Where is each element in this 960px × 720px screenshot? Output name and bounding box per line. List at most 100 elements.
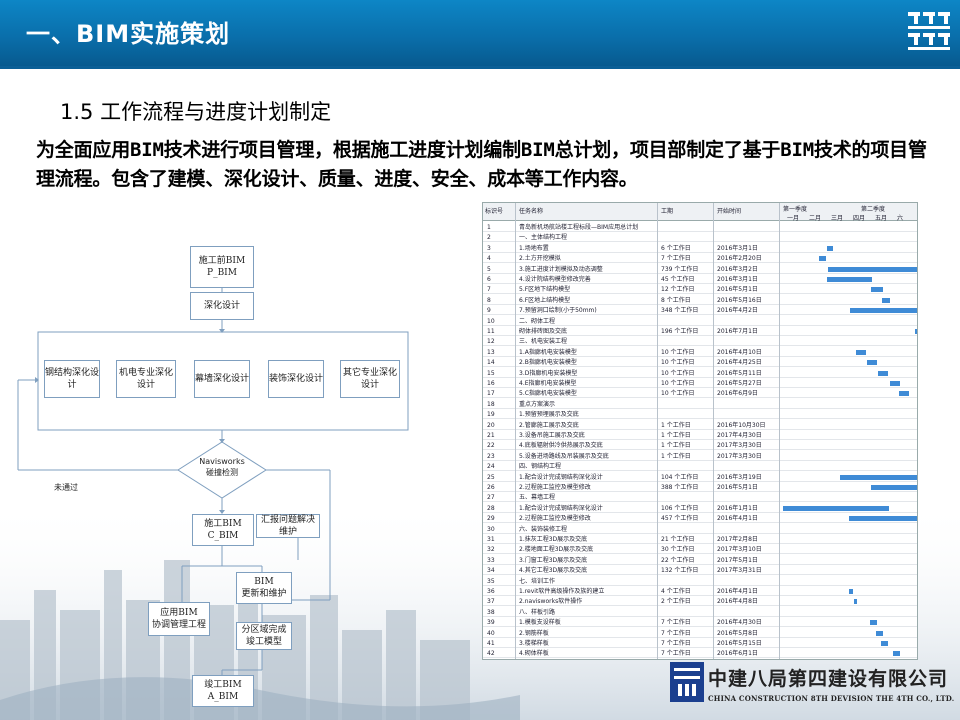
gantt-cell-id: 18 bbox=[487, 400, 495, 408]
gantt-month-label: 三月 bbox=[831, 215, 844, 222]
gantt-cell-start bbox=[717, 493, 777, 502]
gantt-cell-duration bbox=[661, 410, 711, 419]
gantt-cell-duration: 10 个工作日 bbox=[661, 380, 695, 387]
gantt-cell-id: 10 bbox=[487, 317, 495, 325]
gantt-cell-duration bbox=[661, 577, 711, 586]
gantt-cell-id: 8 bbox=[487, 296, 491, 304]
gantt-cell-id: 6 bbox=[487, 276, 491, 283]
gantt-cell-task-name: 1.抹灰工程3D展示及交底 bbox=[519, 536, 588, 543]
gantt-header: 标识号 任务名称 工期 开始时间 第一季度 第二季度 一月 二月 三月 四月 五月 六 bbox=[483, 203, 917, 222]
gantt-row: 40 2.钢筋样板 7 个工作日 2016年5月8日 bbox=[483, 629, 917, 638]
gantt-task-bar bbox=[840, 474, 917, 480]
gantt-cell-duration: 1 个工作日 bbox=[661, 421, 691, 429]
gantt-task-bar bbox=[915, 329, 917, 334]
gantt-row: 33 3.门窗工程3D展示及交底 22 个工作日 2017年5月1日 bbox=[483, 556, 917, 565]
gantt-cell-task-name: 一、主体结构工程 bbox=[519, 234, 568, 242]
gantt-column-divider bbox=[713, 203, 714, 659]
gantt-cell-duration: 132 个工作日 bbox=[661, 567, 699, 575]
gantt-cell-start: 2016年4月10日 bbox=[717, 348, 762, 356]
gantt-cell-id: 13 bbox=[487, 348, 495, 356]
gantt-row: 14 2.B指廊机电安装模型 10 个工作日 2016年4月25日 bbox=[483, 358, 917, 368]
gantt-cell-start: 2017年4月30日 bbox=[717, 432, 762, 439]
gantt-task-bar bbox=[849, 516, 917, 522]
gantt-cell-task-name: 八、样板引路 bbox=[519, 608, 556, 616]
gantt-cell-task-name: 2.过程施工监控及模型修改 bbox=[519, 484, 591, 491]
gantt-cell-id: 16 bbox=[487, 380, 495, 387]
gantt-row: 38 八、样板引路 bbox=[483, 608, 917, 617]
gantt-cell-start bbox=[717, 337, 777, 346]
gantt-cell-id: 41 bbox=[487, 640, 495, 647]
gantt-cell-start: 2017年3月31日 bbox=[717, 567, 762, 575]
gantt-cell-duration bbox=[661, 233, 711, 242]
gantt-cell-start: 2016年4月8日 bbox=[717, 598, 758, 606]
gantt-cell-id: 12 bbox=[487, 338, 495, 346]
gantt-cell-id: 5 bbox=[487, 265, 491, 273]
flow-node-curtain-wall-deepen: 幕墙深化设计 bbox=[194, 360, 250, 398]
gantt-header-q1: 第一季度 bbox=[783, 206, 808, 213]
gantt-cell-id: 17 bbox=[487, 390, 495, 398]
gantt-cell-start: 2016年4月1日 bbox=[717, 588, 758, 595]
gantt-cell-id: 9 bbox=[487, 307, 491, 315]
gantt-task-bar bbox=[783, 505, 889, 511]
gantt-cell-duration: 1 个工作日 bbox=[661, 442, 691, 450]
gantt-cell-start: 2016年7月1日 bbox=[717, 328, 758, 335]
gantt-cell-id: 38 bbox=[487, 608, 495, 616]
gantt-cell-start: 2016年4月30日 bbox=[717, 619, 762, 627]
gantt-task-bar bbox=[890, 381, 901, 386]
gantt-cell-id: 11 bbox=[487, 328, 495, 335]
flow-node-mep-deepen: 机电专业深化设计 bbox=[116, 360, 176, 398]
gantt-row: 21 3.设备吊施工展示及交底 1 个工作日 2017年4月30日 bbox=[483, 431, 917, 440]
gantt-task-bar bbox=[827, 266, 917, 272]
gantt-cell-task-name: 1.revit软件高级操作及族的建立 bbox=[519, 588, 605, 595]
gantt-cell-task-name: 七、培训工作 bbox=[519, 577, 556, 585]
gantt-cell-start: 2017年3月30日 bbox=[717, 442, 762, 450]
header-divider bbox=[0, 66, 960, 69]
gantt-cell-duration: 1 个工作日 bbox=[661, 452, 691, 460]
gantt-cell-task-name: 7.预留洞口绘制(小于50mm) bbox=[519, 307, 597, 315]
gantt-cell-task-name: 1.预留预埋展示及交底 bbox=[519, 411, 579, 419]
gantt-task-bar bbox=[849, 589, 853, 594]
gantt-cell-task-name: 2.过程施工监控及模型修改 bbox=[519, 515, 591, 523]
gantt-cell-duration: 10 个工作日 bbox=[661, 369, 695, 377]
gantt-cell-duration: 1 个工作日 bbox=[661, 432, 691, 439]
gantt-cell-id: 4 bbox=[487, 255, 491, 263]
gantt-cell-start: 2016年5月27日 bbox=[717, 380, 762, 387]
flow-node-issue-report: 汇报问题解决维护 bbox=[256, 514, 320, 538]
gantt-month-label: 四月 bbox=[853, 215, 866, 222]
gantt-cell-start: 2017年5月1日 bbox=[717, 556, 758, 564]
gantt-cell-id: 22 bbox=[487, 442, 495, 450]
flow-node-bim-update: BIM 更新和维护 bbox=[236, 572, 292, 604]
gantt-cell-id: 33 bbox=[487, 556, 495, 564]
gantt-cell-start: 2016年5月1日 bbox=[717, 484, 758, 491]
gantt-cell-task-name: 4.设计院结构模型修改完善 bbox=[519, 276, 591, 283]
gantt-cell-task-name: 1.配合设计完成钢结构深化设计 bbox=[519, 473, 603, 481]
gantt-cell-start: 2016年4月1日 bbox=[717, 515, 758, 523]
gantt-row: 27 五、幕墙工程 bbox=[483, 493, 917, 503]
bim-master-schedule-gantt: 标识号 任务名称 工期 开始时间 第一季度 第二季度 一月 二月 三月 四月 五月 六 1… bbox=[482, 202, 918, 660]
gantt-row: 19 1.预留预埋展示及交底 bbox=[483, 410, 917, 420]
gantt-month-label: 五月 bbox=[875, 215, 888, 222]
gantt-cell-id: 7 bbox=[487, 286, 491, 294]
flow-node-decoration-deepen: 装饰深化设计 bbox=[268, 360, 324, 398]
gantt-task-bar bbox=[882, 297, 890, 303]
gantt-task-bar bbox=[854, 599, 858, 605]
gantt-cell-id: 21 bbox=[487, 432, 495, 439]
gantt-header-q2: 第二季度 bbox=[861, 206, 886, 213]
gantt-cell-id: 26 bbox=[487, 484, 495, 491]
gantt-cell-start: 2016年5月8日 bbox=[717, 629, 758, 637]
gantt-row: 20 2.管廊施工展示及交底 1 个工作日 2016年10月30日 bbox=[483, 421, 917, 430]
gantt-cell-start: 2016年1月1日 bbox=[717, 504, 758, 512]
gantt-cell-duration: 21 个工作日 bbox=[661, 536, 695, 543]
gantt-task-bar bbox=[878, 370, 889, 376]
flow-node-pre-construction-bim: 施工前BIM P_BIM bbox=[190, 246, 254, 288]
gantt-cell-task-name: 5.设备进场路线及吊装展示及交底 bbox=[519, 452, 609, 460]
gantt-cell-task-name: 二、砌体工程 bbox=[519, 317, 556, 325]
gantt-cell-start bbox=[717, 410, 777, 419]
gantt-cell-duration: 6 个工作日 bbox=[661, 244, 691, 252]
flow-node-deepen-design: 深化设计 bbox=[190, 292, 254, 320]
gantt-cell-task-name: 2.B指廊机电安装模型 bbox=[519, 359, 577, 367]
gantt-row: 4 2.土方开挖模拟 7 个工作日 2016年2月20日 bbox=[483, 254, 917, 264]
gantt-row: 10 二、砌体工程 bbox=[483, 317, 917, 326]
gantt-cell-id: 19 bbox=[487, 411, 495, 419]
gantt-cell-start: 2017年3月30日 bbox=[717, 452, 762, 460]
